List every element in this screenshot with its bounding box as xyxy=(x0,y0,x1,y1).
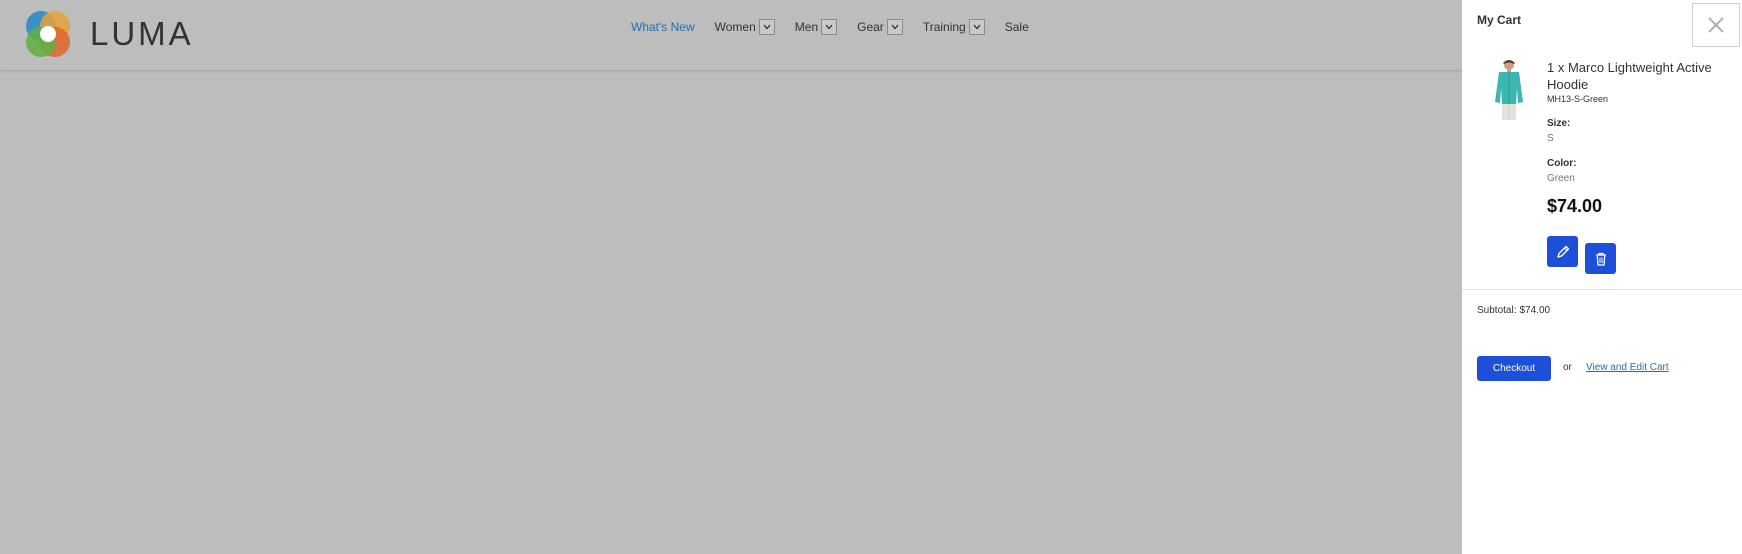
chevron-down-icon[interactable] xyxy=(968,19,985,35)
nav-label: What's New xyxy=(631,20,695,34)
view-edit-cart-link[interactable]: View and Edit Cart xyxy=(1586,362,1669,373)
subtotal-value: $74.00 xyxy=(1519,305,1551,316)
nav-item-men[interactable]: Men xyxy=(794,19,838,35)
subtotal-label: Subtotal: xyxy=(1477,305,1517,316)
close-button[interactable] xyxy=(1692,3,1740,47)
nav-label: Gear xyxy=(857,20,884,34)
cart-title: My Cart xyxy=(1477,13,1522,27)
size-label: Size: xyxy=(1547,118,1571,129)
nav-item-whats-new[interactable]: What's New xyxy=(631,20,695,34)
product-image[interactable] xyxy=(1490,58,1528,122)
nav-label: Men xyxy=(794,20,819,34)
nav-label: Training xyxy=(922,20,966,34)
nav-item-sale[interactable]: Sale xyxy=(1005,20,1029,34)
edit-item-button[interactable] xyxy=(1547,236,1578,267)
trash-icon xyxy=(1595,252,1606,266)
nav-item-women[interactable]: Women xyxy=(715,19,775,35)
color-value: Green xyxy=(1547,173,1575,184)
nav-item-training[interactable]: Training xyxy=(923,19,985,35)
main-nav: What's New Women Men Gear Training Sale xyxy=(631,16,1049,38)
product-name[interactable]: 1 x Marco Lightweight Active Hoodie xyxy=(1547,59,1737,93)
divider xyxy=(1462,289,1742,290)
or-text: or xyxy=(1563,362,1572,373)
pencil-icon xyxy=(1556,245,1569,258)
size-value: S xyxy=(1547,133,1554,144)
color-label: Color: xyxy=(1547,158,1577,169)
minicart-panel: My Cart 1 x Marco Lightweight Active Hoo… xyxy=(1462,0,1742,554)
luma-logo-icon xyxy=(26,11,70,57)
nav-label: Women xyxy=(714,20,756,34)
logo-text: LUMA xyxy=(90,15,194,52)
subtotal: Subtotal: $74.00 xyxy=(1477,305,1553,316)
delete-item-button[interactable] xyxy=(1585,243,1616,274)
nav-label: Sale xyxy=(1004,20,1029,34)
close-icon xyxy=(1708,17,1724,33)
chevron-down-icon[interactable] xyxy=(758,19,775,35)
chevron-down-icon[interactable] xyxy=(821,19,838,35)
nav-item-gear[interactable]: Gear xyxy=(857,19,903,35)
product-price: $74.00 xyxy=(1547,196,1603,216)
checkout-button[interactable]: Checkout xyxy=(1477,356,1551,381)
product-sku: MH13-S-Green xyxy=(1547,94,1609,104)
chevron-down-icon[interactable] xyxy=(886,19,903,35)
logo[interactable]: LUMA xyxy=(22,8,194,60)
